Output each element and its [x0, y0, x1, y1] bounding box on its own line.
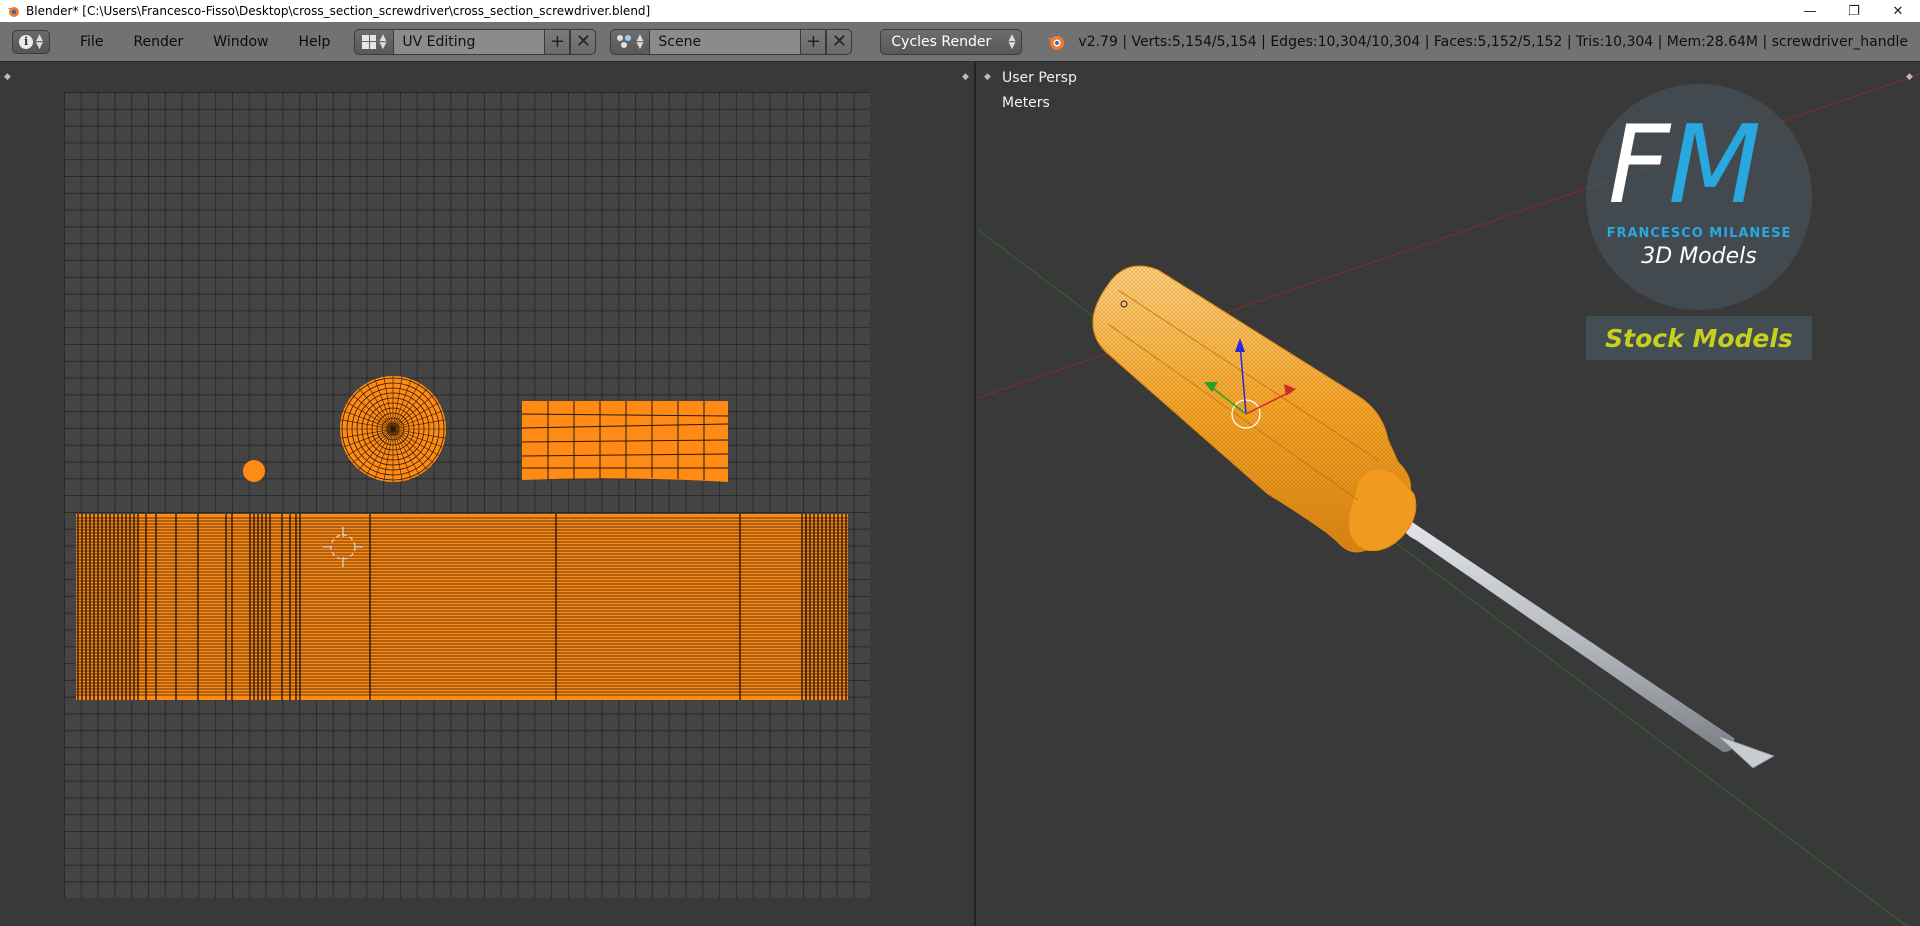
area-split-corner-icon[interactable]: ◆ — [984, 72, 994, 82]
screen-layout-selector: ▲ ▼ UV Editing + ✕ — [354, 28, 597, 55]
window-titlebar: Blender* [C:\Users\Francesco-Fisso\Deskt… — [0, 0, 1920, 22]
uv-island-circle[interactable] — [340, 376, 446, 482]
info-header: i ▲ ▼ File Render Window Help ▲ ▼ UV Editi… — [0, 22, 1920, 62]
watermark-subtitle: 3D Models — [1641, 244, 1757, 269]
watermark-tag: Stock Models — [1586, 316, 1812, 360]
3d-viewport[interactable]: User Persp Meters ◆ ◆ FM FRANCESCO MILAN… — [978, 62, 1920, 926]
add-scene-button[interactable]: + — [800, 28, 827, 55]
blender-logo-icon — [1047, 35, 1065, 50]
restore-button[interactable]: ❐ — [1832, 0, 1876, 22]
render-engine-select[interactable]: Cycles Render ▲ ▼ — [880, 28, 1023, 55]
view-units-label: Meters — [1002, 95, 1050, 111]
layout-grid-icon — [362, 34, 377, 49]
remove-layout-button[interactable]: ✕ — [570, 28, 597, 55]
scene-statistics: v2.79 | Verts:5,154/5,154 | Edges:10,304… — [1078, 33, 1909, 50]
updown-arrows-icon: ▲ ▼ — [379, 32, 387, 51]
area-split-corner-icon[interactable]: ◆ — [1906, 72, 1916, 82]
remove-scene-button[interactable]: ✕ — [826, 28, 853, 55]
view-perspective-label: User Persp — [1002, 70, 1077, 86]
window-title: Blender* [C:\Users\Francesco-Fisso\Deskt… — [26, 4, 651, 18]
watermark-author: FRANCESCO MILANESE — [1606, 226, 1792, 241]
uv-image-editor[interactable]: ◆ ◆ — [0, 62, 976, 926]
scene-selector: ▲ ▼ Scene + ✕ — [610, 28, 853, 55]
info-icon: i — [19, 34, 34, 49]
render-engine-label: Cycles Render — [891, 33, 992, 50]
menu-file[interactable]: File — [70, 30, 113, 54]
updown-arrows-icon: ▲ ▼ — [636, 32, 644, 51]
editor-type-selector[interactable]: i ▲ ▼ — [12, 29, 50, 54]
uv-island-dot[interactable] — [243, 460, 265, 482]
screwdriver-shaft[interactable] — [1403, 518, 1775, 769]
menu-window[interactable]: Window — [203, 30, 278, 54]
watermark-initials: FM — [1608, 103, 1761, 228]
screen-layout-name[interactable]: UV Editing — [394, 28, 545, 55]
scene-name[interactable]: Scene — [650, 28, 801, 55]
uv-island-cap-wrap[interactable] — [521, 401, 729, 482]
watermark-badge: FM FRANCESCO MILANESE 3D Models — [1586, 84, 1812, 310]
scene-browse[interactable]: ▲ ▼ — [610, 28, 651, 55]
watermark-logo: FM FRANCESCO MILANESE 3D Models Stock Mo… — [1586, 84, 1812, 360]
menu-help[interactable]: Help — [288, 30, 340, 54]
menu-render[interactable]: Render — [123, 30, 193, 54]
minimize-button[interactable]: — — [1788, 0, 1832, 22]
add-layout-button[interactable]: + — [544, 28, 571, 55]
screen-layout-browse[interactable]: ▲ ▼ — [354, 28, 395, 55]
scene-icon — [617, 34, 633, 49]
uv-islands — [76, 376, 848, 700]
screwdriver-handle[interactable] — [1092, 265, 1417, 553]
updown-arrows-icon: ▲ ▼ — [36, 32, 43, 51]
uv-island-handle-strip[interactable] — [76, 514, 848, 700]
blender-logo-icon — [7, 7, 19, 17]
close-window-button[interactable]: ✕ — [1876, 0, 1920, 22]
updown-arrows-icon: ▲ ▼ — [1008, 32, 1016, 51]
